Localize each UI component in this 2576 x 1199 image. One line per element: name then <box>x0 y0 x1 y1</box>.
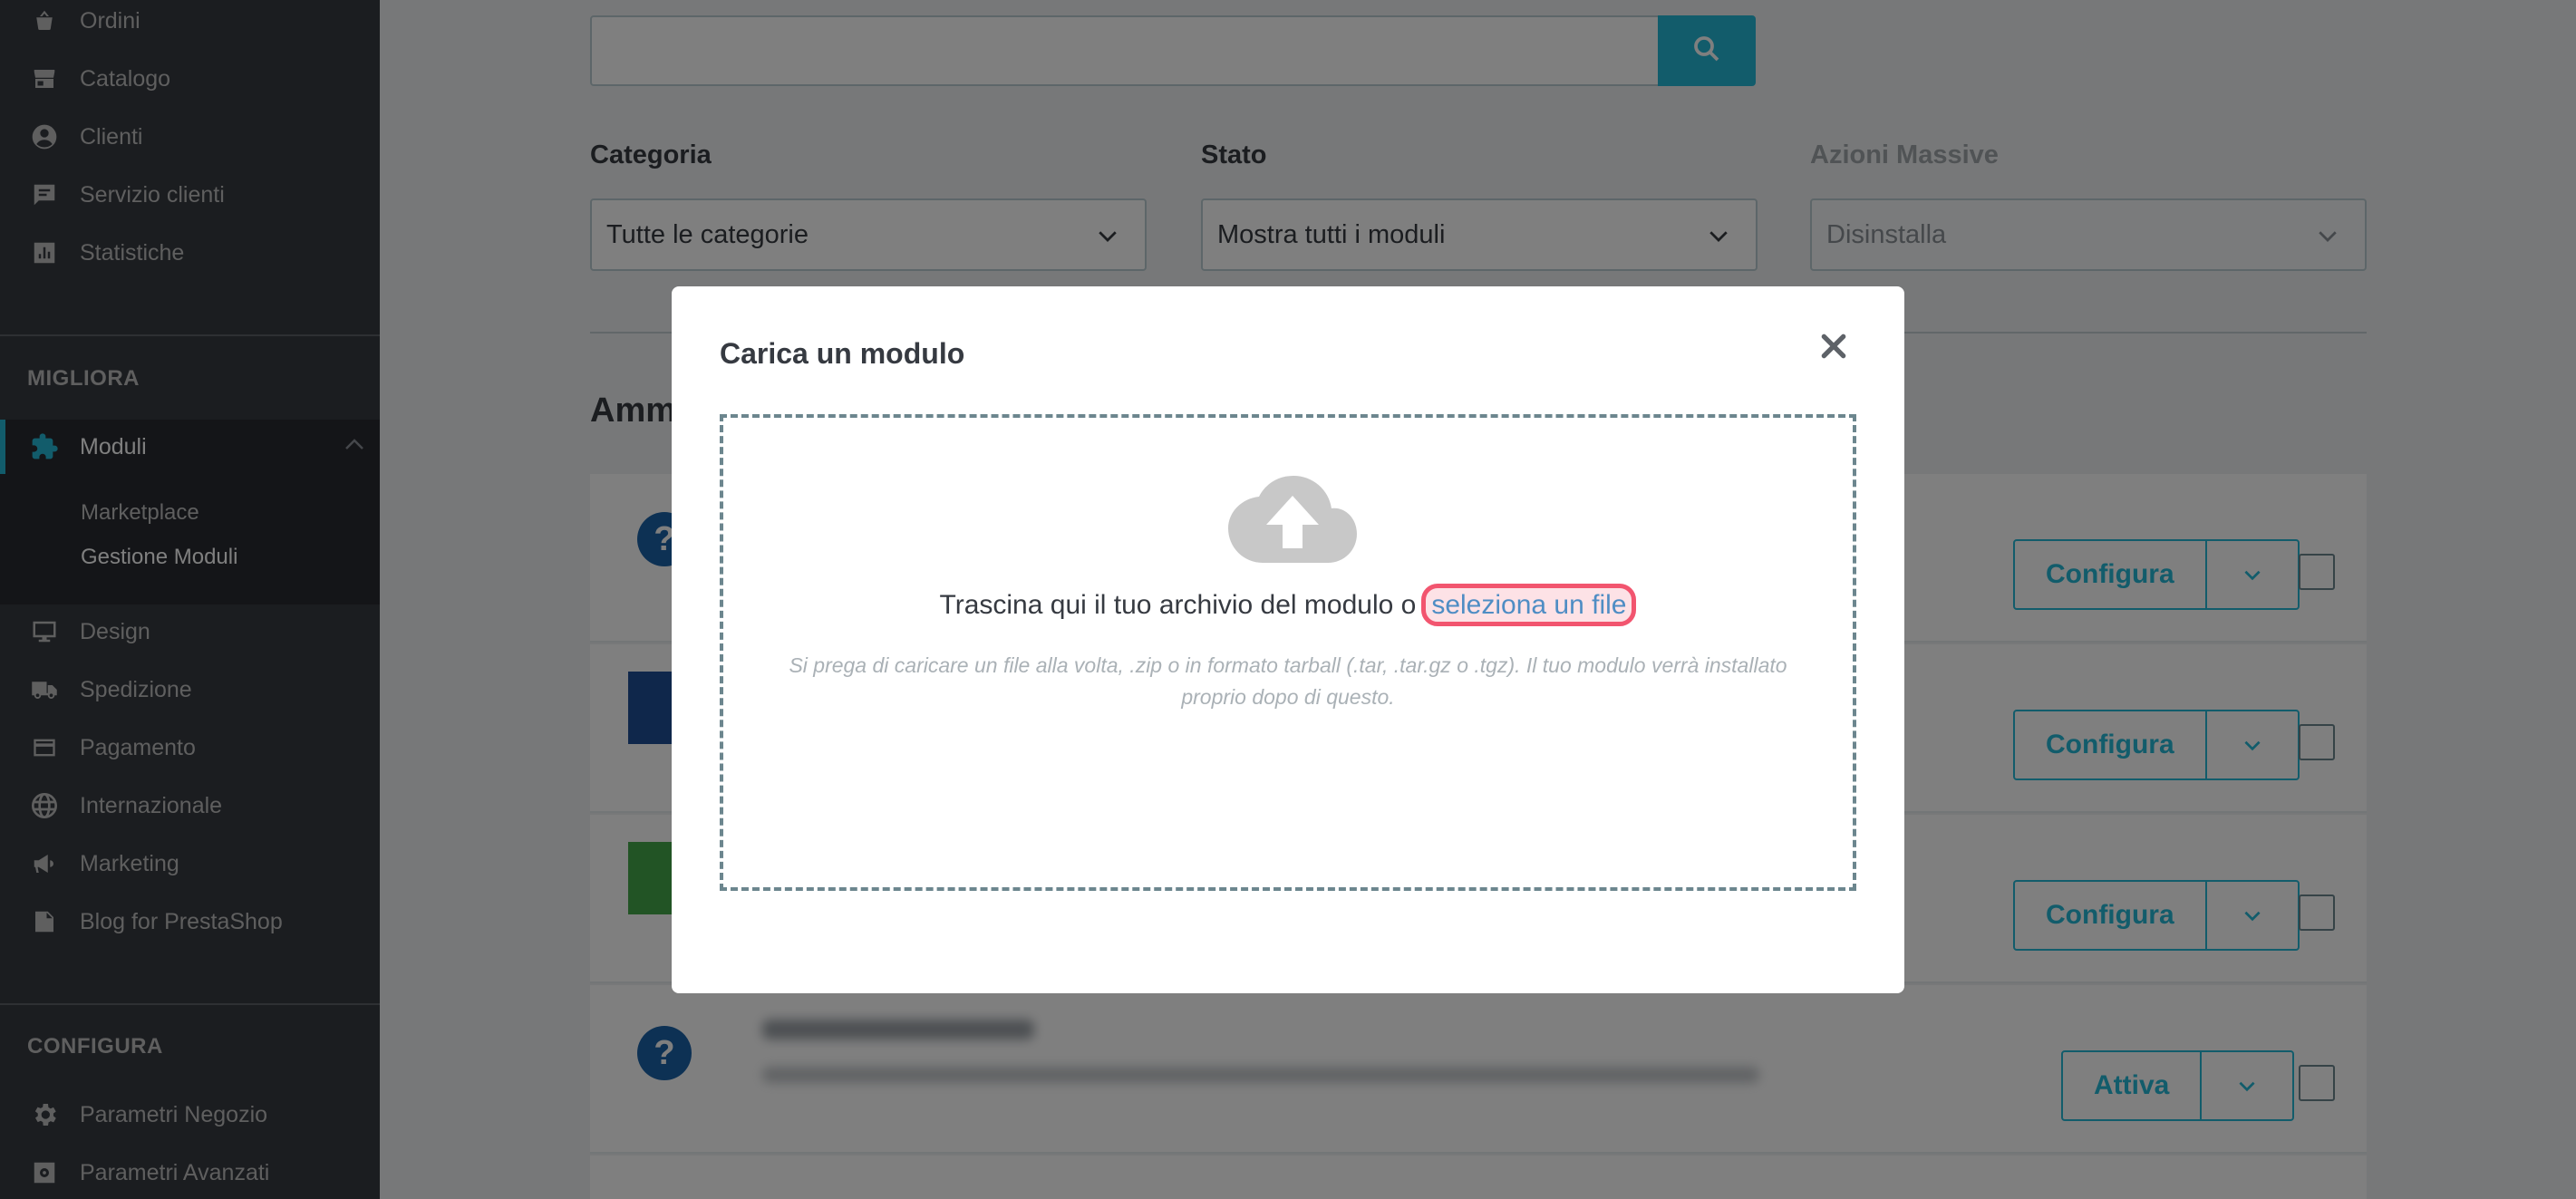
close-icon[interactable] <box>1816 328 1852 364</box>
file-dropzone[interactable]: Trascina qui il tuo archivio del modulo … <box>720 414 1856 891</box>
select-file-link[interactable]: seleziona un file <box>1421 584 1637 626</box>
upload-module-modal: Carica un modulo Trascina qui il tuo arc… <box>672 286 1904 993</box>
cloud-upload-icon <box>1228 476 1357 563</box>
modal-title: Carica un modulo <box>720 337 965 370</box>
upload-hint: Si prega di caricare un file alla volta,… <box>789 653 1787 709</box>
dropzone-instruction: Trascina qui il tuo archivio del modulo … <box>939 590 1417 620</box>
dropzone-text: Trascina qui il tuo archivio del modulo … <box>723 584 1853 626</box>
